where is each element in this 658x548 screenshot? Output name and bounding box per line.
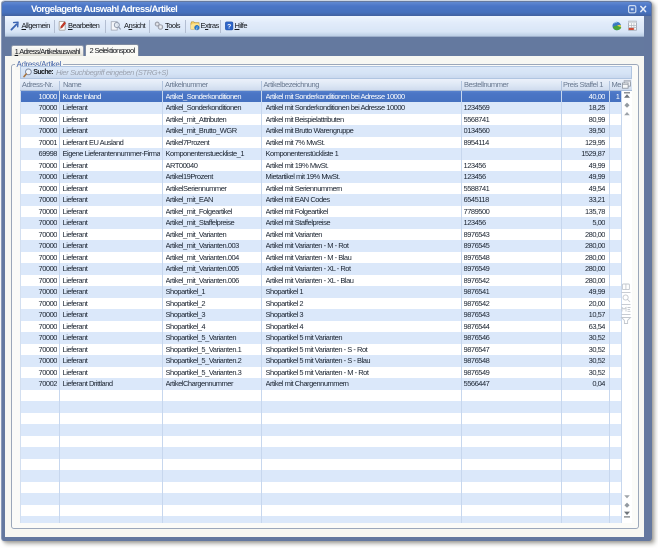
svg-text:?: ? bbox=[227, 24, 231, 31]
